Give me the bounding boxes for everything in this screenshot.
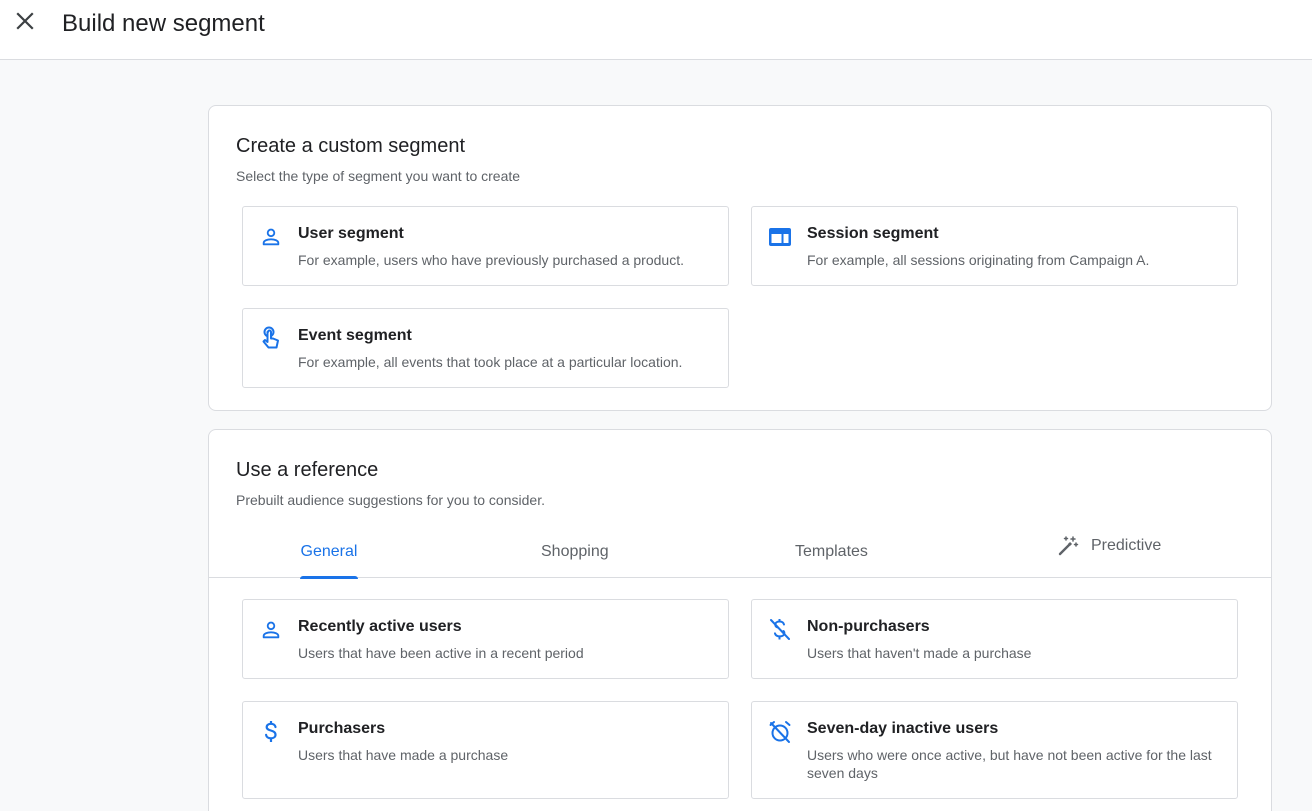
option-description: Users who were once active, but have not…	[807, 747, 1212, 781]
option-title: Non-purchasers	[807, 618, 930, 635]
option-description: Users that haven't made a purchase	[807, 645, 1032, 661]
recently-active-users-option[interactable]: Recently active users Users that have be…	[242, 599, 729, 679]
session-segment-option[interactable]: Session segment For example, all session…	[751, 206, 1238, 286]
seven-day-inactive-users-option[interactable]: Seven-day inactive users Users who were …	[751, 701, 1238, 799]
option-title: Recently active users	[298, 618, 462, 635]
option-title: Purchasers	[298, 720, 386, 737]
event-segment-option[interactable]: Event segment For example, all events th…	[242, 308, 729, 388]
option-description: Users that have been active in a recent …	[298, 645, 584, 661]
reference-title: Use a reference	[236, 459, 379, 481]
tab-label: Templates	[795, 543, 868, 560]
person-icon	[259, 618, 283, 642]
purchasers-option[interactable]: Purchasers Users that have made a purcha…	[242, 701, 729, 799]
top-app-bar: Build new segment	[0, 0, 1312, 60]
option-description: For example, all events that took place …	[298, 354, 683, 370]
reference-card: Use a reference Prebuilt audience sugges…	[208, 429, 1272, 811]
person-icon	[259, 225, 283, 249]
option-title: Event segment	[298, 327, 412, 344]
option-description: For example, users who have previously p…	[298, 252, 684, 268]
tab-predictive[interactable]: Predictive	[1057, 520, 1161, 572]
option-description: For example, all sessions originating fr…	[807, 252, 1150, 268]
dollar-icon	[259, 720, 283, 744]
close-icon	[15, 11, 35, 36]
tab-templates[interactable]: Templates	[795, 526, 868, 578]
active-tab-indicator	[300, 576, 358, 579]
custom-segment-card: Create a custom segment Select the type …	[208, 105, 1272, 411]
money-off-icon	[768, 618, 792, 642]
option-title: User segment	[298, 225, 404, 242]
tab-shopping[interactable]: Shopping	[541, 526, 609, 578]
option-title: Seven-day inactive users	[807, 720, 999, 737]
magic-wand-icon	[1057, 535, 1079, 557]
non-purchasers-option[interactable]: Non-purchasers Users that haven't made a…	[751, 599, 1238, 679]
custom-segment-subtitle: Select the type of segment you want to c…	[236, 168, 521, 184]
web-window-icon	[768, 225, 792, 249]
reference-tabs: General Shopping Templates Predictive	[209, 526, 1271, 579]
page-title: Build new segment	[62, 10, 265, 37]
touch-hand-icon	[259, 326, 283, 351]
custom-segment-title: Create a custom segment	[236, 135, 465, 157]
tab-label: Shopping	[541, 543, 609, 560]
user-segment-option[interactable]: User segment For example, users who have…	[242, 206, 729, 286]
reference-subtitle: Prebuilt audience suggestions for you to…	[236, 492, 545, 508]
close-button[interactable]	[10, 8, 40, 38]
option-title: Session segment	[807, 225, 939, 242]
alarm-off-icon	[768, 720, 792, 744]
option-description: Users that have made a purchase	[298, 747, 509, 763]
tab-general[interactable]: General	[300, 526, 358, 579]
tab-label: General	[300, 543, 358, 560]
tab-label: Predictive	[1091, 537, 1162, 554]
